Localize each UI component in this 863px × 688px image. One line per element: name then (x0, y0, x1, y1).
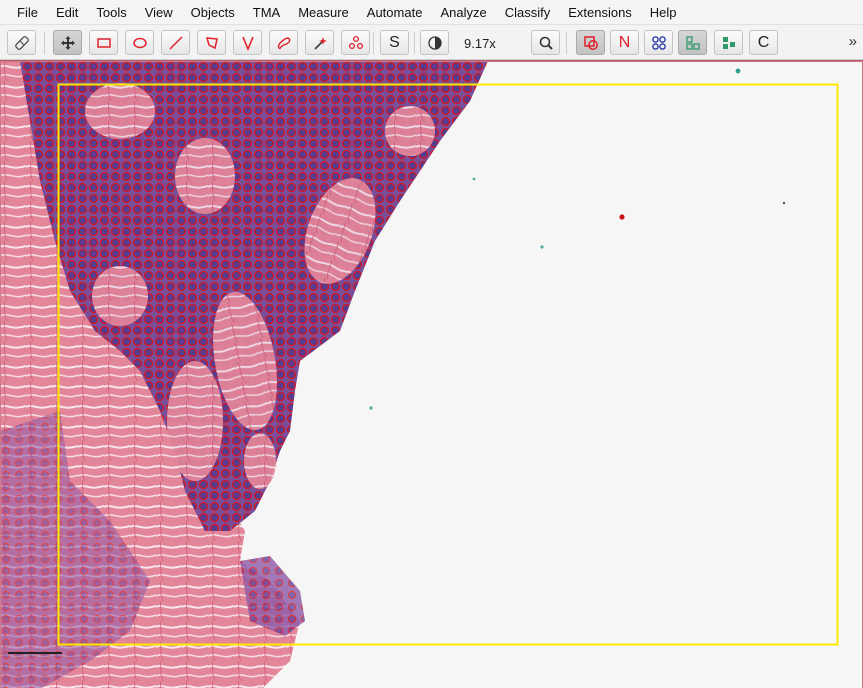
zoom-to-fit-button[interactable] (531, 30, 560, 55)
show-analysis-pane-button[interactable] (7, 30, 36, 55)
rectangle-icon (96, 37, 111, 48)
show-classification-label: C (757, 33, 770, 51)
detections-icon (685, 35, 700, 50)
show-annotations-button[interactable] (576, 30, 605, 55)
brush-icon (277, 37, 290, 49)
points-icon (348, 35, 363, 49)
image-viewer[interactable] (0, 60, 863, 688)
menu-objects[interactable]: Objects (182, 0, 244, 25)
fill-detections-button[interactable] (714, 30, 743, 55)
polyline-icon (241, 36, 254, 51)
ellipse-icon (132, 37, 147, 48)
tma-grid-icon (651, 35, 666, 50)
show-names-button[interactable]: N (610, 30, 639, 55)
brush-tool-button[interactable] (269, 30, 298, 55)
polygon-tool-button[interactable] (197, 30, 226, 55)
points-tool-button[interactable] (341, 30, 370, 55)
menu-help[interactable]: Help (641, 0, 686, 25)
measure-icon (14, 35, 29, 50)
line-tool-button[interactable] (161, 30, 190, 55)
menu-extensions[interactable]: Extensions (559, 0, 641, 25)
menu-bar: File Edit Tools View Objects TMA Measure… (0, 0, 863, 25)
line-icon (168, 35, 183, 50)
menu-view[interactable]: View (136, 0, 182, 25)
show-tma-grid-button[interactable] (644, 30, 673, 55)
menu-edit[interactable]: Edit (47, 0, 87, 25)
menu-analyze[interactable]: Analyze (431, 0, 495, 25)
move-tool-button[interactable] (53, 30, 82, 55)
annotations-icon (583, 35, 598, 50)
show-classification-button[interactable]: C (749, 30, 778, 55)
slide-image (0, 61, 863, 688)
toolbar-overflow-icon[interactable]: » (849, 33, 857, 50)
zoom-level: 9.17x (464, 36, 496, 51)
show-detections-button[interactable] (678, 30, 707, 55)
rectangle-tool-button[interactable] (89, 30, 118, 55)
brightness-contrast-button[interactable] (420, 30, 449, 55)
contrast-icon (427, 35, 442, 50)
polyline-tool-button[interactable] (233, 30, 262, 55)
magic-wand-icon (313, 36, 327, 50)
toolbar: S 9.17x N C » (0, 26, 863, 60)
ellipse-tool-button[interactable] (125, 30, 154, 55)
fill-detections-icon (722, 36, 735, 49)
selection-mode-button[interactable]: S (380, 30, 409, 55)
show-names-label: N (618, 33, 631, 51)
wand-tool-button[interactable] (305, 30, 334, 55)
selection-mode-label: S (389, 33, 400, 51)
menu-tools[interactable]: Tools (87, 0, 135, 25)
menu-file[interactable]: File (8, 0, 47, 25)
polygon-icon (205, 36, 218, 49)
move-icon (60, 35, 75, 50)
zoom-icon (539, 36, 553, 50)
menu-classify[interactable]: Classify (496, 0, 560, 25)
menu-measure[interactable]: Measure (289, 0, 358, 25)
menu-tma[interactable]: TMA (244, 0, 289, 25)
menu-automate[interactable]: Automate (358, 0, 432, 25)
